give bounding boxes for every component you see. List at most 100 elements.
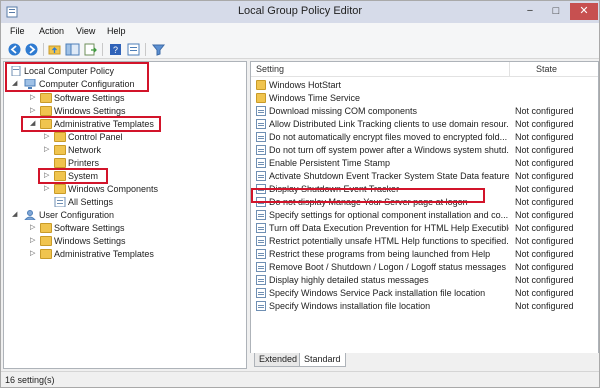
- setting-state: Not configured: [515, 210, 574, 220]
- back-icon[interactable]: [7, 42, 22, 57]
- policy-setting-icon: [256, 236, 266, 246]
- setting-state: Not configured: [515, 223, 574, 233]
- list-item[interactable]: Specify Windows Service Pack installatio…: [251, 287, 598, 300]
- list-item[interactable]: Windows HotStart: [251, 79, 598, 92]
- toolbar-separator: [43, 43, 44, 56]
- list-item[interactable]: Allow Distributed Link Tracking clients …: [251, 118, 598, 131]
- tree-item-windows-components[interactable]: ▷ Windows Components: [8, 183, 208, 196]
- highlight-box-computer-configuration: [5, 62, 149, 92]
- folder-icon: [54, 145, 66, 155]
- tree-item-user-software-settings[interactable]: ▷ Software Settings: [8, 222, 208, 235]
- window-title: Local Group Policy Editor: [237, 5, 363, 17]
- setting-state: Not configured: [515, 132, 574, 142]
- policy-setting-icon: [256, 301, 266, 311]
- folder-icon: [40, 236, 52, 246]
- menu-help[interactable]: Help: [107, 26, 126, 36]
- expand-arrow-icon[interactable]: ▷: [30, 250, 38, 258]
- list-item[interactable]: Remove Boot / Shutdown / Logon / Logoff …: [251, 261, 598, 274]
- status-text: 16 setting(s): [5, 375, 55, 385]
- setting-name: Windows HotStart: [269, 80, 342, 90]
- setting-name: Restrict these programs from being launc…: [269, 249, 491, 259]
- list-item[interactable]: Turn off Data Execution Prevention for H…: [251, 222, 598, 235]
- list-item[interactable]: Download missing COM components Not confi…: [251, 105, 598, 118]
- folder-icon: [256, 93, 266, 103]
- list-item[interactable]: Windows Time Service: [251, 92, 598, 105]
- tab-extended[interactable]: Extended: [254, 353, 303, 367]
- policy-setting-icon: [256, 119, 266, 129]
- tree-label: Control Panel: [68, 132, 123, 142]
- menu-bar: File Action View Help: [1, 23, 599, 40]
- app-window: Local Group Policy Editor − □ ✕ File Act…: [0, 0, 600, 388]
- tree-item-control-panel[interactable]: ▷ Control Panel: [8, 131, 208, 144]
- setting-state: Not configured: [515, 301, 574, 311]
- filter-icon[interactable]: [151, 42, 166, 57]
- list-item[interactable]: Specify Windows installation file locati…: [251, 300, 598, 313]
- forward-icon[interactable]: [24, 42, 39, 57]
- view-tabs: Extended Standard: [250, 353, 599, 369]
- column-divider[interactable]: [509, 62, 510, 77]
- list-item[interactable]: Specify settings for optional component …: [251, 209, 598, 222]
- folder-icon: [256, 80, 266, 90]
- setting-state: Not configured: [515, 249, 574, 259]
- folder-icon: [54, 132, 66, 142]
- minimize-button[interactable]: −: [518, 3, 542, 20]
- setting-name: Do not automatically encrypt files moved…: [269, 132, 508, 142]
- policy-setting-icon: [256, 171, 266, 181]
- all-settings-icon: [54, 197, 66, 207]
- tree-label: User Configuration: [39, 210, 115, 220]
- tree-item-user-administrative-templates[interactable]: ▷ Administrative Templates: [8, 248, 208, 261]
- list-item[interactable]: Display highly detailed status messages N…: [251, 274, 598, 287]
- show-hide-tree-icon[interactable]: [65, 42, 80, 57]
- list-item[interactable]: Do not automatically encrypt files moved…: [251, 131, 598, 144]
- expand-arrow-icon[interactable]: ▷: [30, 94, 38, 102]
- expand-arrow-icon[interactable]: ▷: [30, 237, 38, 245]
- tree-item-all-settings[interactable]: All Settings: [8, 196, 208, 209]
- list-item[interactable]: Activate Shutdown Event Tracker System S…: [251, 170, 598, 183]
- setting-state: Not configured: [515, 197, 574, 207]
- tree-item-network[interactable]: ▷ Network: [8, 144, 208, 157]
- expand-arrow-icon[interactable]: ▷: [30, 224, 38, 232]
- expand-arrow-icon[interactable]: ▷: [30, 107, 38, 115]
- tab-standard[interactable]: Standard: [299, 353, 346, 367]
- tree-item-user-windows-settings[interactable]: ▷ Windows Settings: [8, 235, 208, 248]
- column-header-setting[interactable]: Setting: [256, 64, 284, 74]
- svg-text:?: ?: [113, 45, 118, 55]
- tree-label: Software Settings: [54, 93, 125, 103]
- setting-name: Do not turn off system power after a Win…: [269, 145, 509, 155]
- expand-arrow-icon[interactable]: ▷: [44, 133, 52, 141]
- help-icon[interactable]: ?: [108, 42, 123, 57]
- menu-file[interactable]: File: [10, 26, 25, 36]
- policy-setting-icon: [256, 106, 266, 116]
- policy-setting-icon: [256, 249, 266, 259]
- up-folder-icon[interactable]: [47, 42, 62, 57]
- maximize-button[interactable]: □: [544, 3, 568, 20]
- column-header-state[interactable]: State: [536, 64, 557, 74]
- setting-name: Download missing COM components: [269, 106, 418, 116]
- list-item[interactable]: Enable Persistent Time Stamp Not configur…: [251, 157, 598, 170]
- tree-label: Network: [68, 145, 102, 155]
- tree-label: Administrative Templates: [54, 249, 154, 259]
- list-item[interactable]: Restrict these programs from being launc…: [251, 248, 598, 261]
- policy-setting-icon: [256, 288, 266, 298]
- policy-setting-icon: [256, 262, 266, 272]
- tree-item-user-configuration[interactable]: ◢ User Configuration: [8, 209, 208, 222]
- expand-arrow-icon[interactable]: ▷: [44, 146, 52, 154]
- tree-item-software-settings[interactable]: ▷ Software Settings: [8, 92, 208, 105]
- expand-arrow-icon[interactable]: ▷: [44, 185, 52, 193]
- list-item[interactable]: Restrict potentially unsafe HTML Help fu…: [251, 235, 598, 248]
- policy-setting-icon: [256, 275, 266, 285]
- list-item[interactable]: Do not turn off system power after a Win…: [251, 144, 598, 157]
- close-button[interactable]: ✕: [570, 3, 598, 20]
- policy-setting-icon: [256, 223, 266, 233]
- export-list-icon[interactable]: [83, 42, 98, 57]
- menu-action[interactable]: Action: [39, 26, 64, 36]
- collapse-arrow-icon[interactable]: ◢: [12, 211, 20, 219]
- menu-view[interactable]: View: [76, 26, 95, 36]
- properties-icon[interactable]: [126, 42, 141, 57]
- toolbar-separator: [102, 43, 103, 56]
- setting-name: Turn off Data Execution Prevention for H…: [269, 223, 509, 233]
- setting-name: Specify Windows Service Pack installatio…: [269, 288, 486, 298]
- policy-setting-icon: [256, 158, 266, 168]
- setting-name: Allow Distributed Link Tracking clients …: [269, 119, 509, 129]
- folder-icon: [40, 106, 52, 116]
